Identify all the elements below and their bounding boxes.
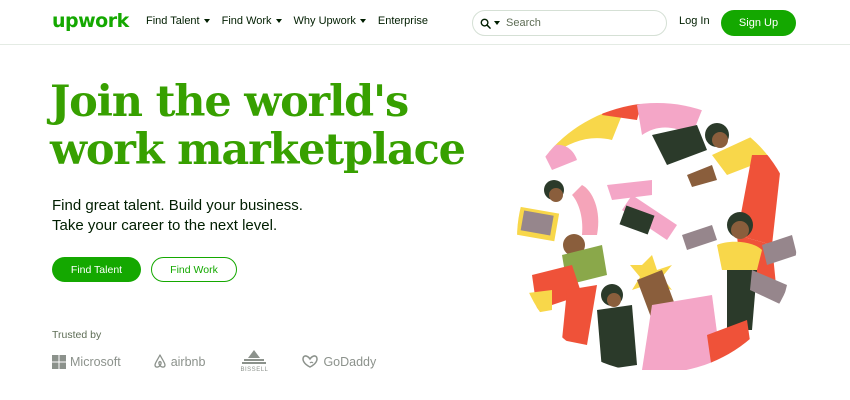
- bissell-logo-text: BISSELL: [240, 367, 269, 373]
- microsoft-logo-icon: [52, 354, 66, 369]
- hero-subtitle-line-1: Find great talent. Build your business.: [52, 197, 303, 214]
- microsoft-logo-text: Microsoft: [70, 354, 121, 369]
- bissell-logo: BISSELL: [239, 350, 269, 373]
- nav-find-work-label: Find Work: [221, 15, 272, 27]
- find-work-button[interactable]: Find Work: [151, 257, 237, 282]
- chevron-down-icon: [275, 19, 282, 23]
- nav-find-talent-label: Find Talent: [146, 15, 200, 27]
- hero-subtitle: Find great talent. Build your business. …: [52, 196, 303, 236]
- nav-find-talent[interactable]: Find Talent: [146, 15, 210, 27]
- people-circle-illustration: [517, 103, 797, 370]
- nav-enterprise[interactable]: Enterprise: [378, 15, 428, 27]
- upwork-logo[interactable]: upwork: [52, 10, 129, 32]
- main-nav: Find Talent Find Work Why Upwork Enterpr…: [146, 15, 428, 27]
- microsoft-logo: Microsoft: [52, 354, 121, 369]
- search-icon[interactable]: [480, 18, 491, 29]
- chevron-down-icon: [359, 19, 366, 23]
- hero-subtitle-line-2: Take your career to the next level.: [52, 217, 278, 234]
- godaddy-logo-icon: [302, 355, 319, 368]
- nav-why-upwork-label: Why Upwork: [293, 15, 356, 27]
- godaddy-logo-text: GoDaddy: [323, 354, 377, 369]
- search-type-dropdown-icon[interactable]: [494, 21, 500, 25]
- hero-title: Join the world's work marketplace: [50, 77, 466, 175]
- trusted-logos: Microsoft airbnb BISSELL GoDaddy: [52, 350, 376, 373]
- nav-why-upwork[interactable]: Why Upwork: [294, 15, 366, 27]
- airbnb-logo-text: airbnb: [170, 354, 206, 369]
- find-talent-button[interactable]: Find Talent: [52, 257, 141, 282]
- godaddy-logo: GoDaddy: [301, 354, 376, 369]
- top-navbar: upwork Find Talent Find Work Why Upwork …: [0, 0, 850, 45]
- nav-enterprise-label: Enterprise: [377, 15, 429, 27]
- signup-button[interactable]: Sign Up: [721, 10, 796, 36]
- bissell-logo-icon: [242, 350, 267, 364]
- chevron-down-icon: [203, 19, 210, 23]
- search-bar[interactable]: [472, 10, 667, 36]
- airbnb-logo-icon: [154, 354, 166, 368]
- trusted-by-label: Trusted by: [52, 329, 102, 341]
- nav-find-work[interactable]: Find Work: [222, 15, 282, 27]
- login-link[interactable]: Log In: [679, 15, 710, 27]
- search-input[interactable]: [506, 17, 636, 29]
- airbnb-logo: airbnb: [153, 354, 206, 369]
